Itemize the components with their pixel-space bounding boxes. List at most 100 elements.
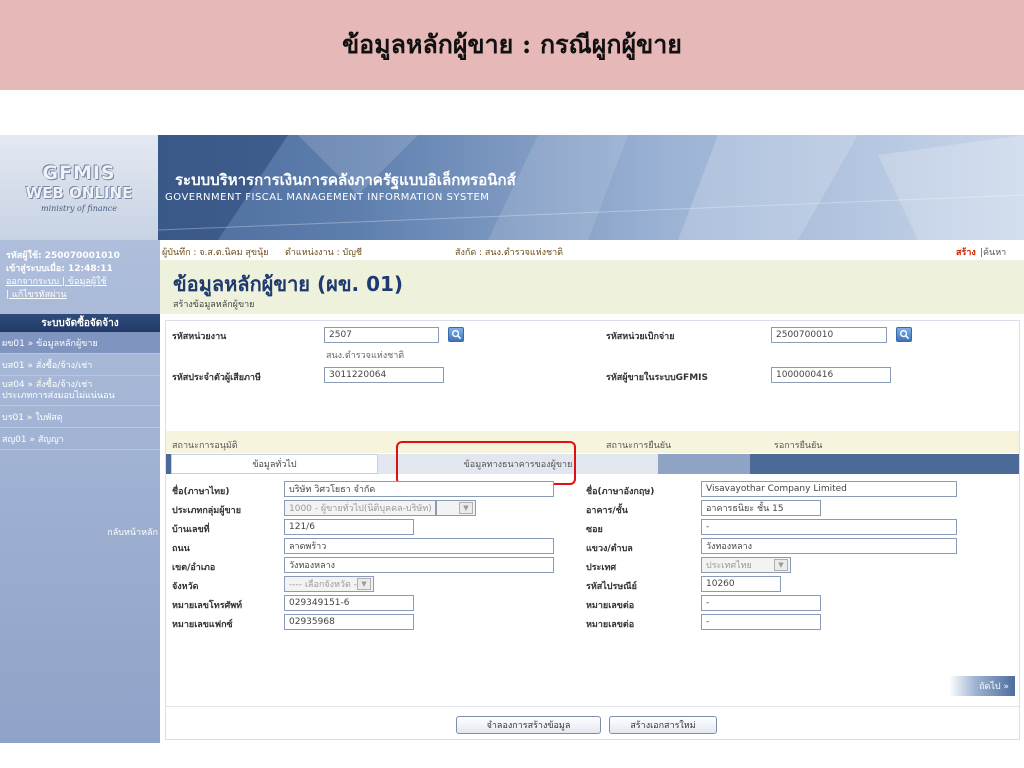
affiliation-info: สังกัด : สนง.ตำรวจแห่งชาติ <box>455 248 564 258</box>
user-id: รหัสผู้ใช้: 250070001010 <box>6 251 120 261</box>
slide-title: ข้อมูลหลักผู้ขาย : กรณีผูกผู้ขาย <box>342 30 682 59</box>
tax-id-input[interactable]: 3011220064 <box>324 367 444 383</box>
building-label: อาคาร/ชั้น <box>586 506 628 516</box>
fax-input[interactable]: 02935968 <box>284 614 414 630</box>
simulate-button[interactable]: จำลองการสร้างข้อมูล <box>456 716 601 734</box>
tabs-bar: ข้อมูลทั่วไป ข้อมูลทางธนาคารของผู้ขาย <box>166 454 1019 474</box>
recorder-info: ผู้บันทึก : จ.ส.ต.นิคม สุขนุ้ย <box>162 248 269 258</box>
agency-code-label: รหัสหน่วยงาน <box>172 332 227 342</box>
sidebar-item-label: บส04 » สั่งซื้อ/จ้าง/เช่า <box>2 379 93 390</box>
home-link[interactable]: กลับหน้าหลัก <box>107 525 158 539</box>
page-subtitle: สร้างข้อมูลหลักผู้ขาย <box>173 300 255 310</box>
name-en-label: ชื่อ(ภาษาอังกฤษ) <box>586 487 655 497</box>
login-time: เข้าสู่ระบบเมื่อ: 12:48:11 <box>6 264 113 274</box>
vendor-group-dropdown: ▼ <box>436 500 476 516</box>
subdistrict-label: แขวง/ตำบล <box>586 544 633 554</box>
house-no-label: บ้านเลขที่ <box>172 525 210 535</box>
building-input[interactable]: อาคารธนิยะ ชั้น 15 <box>701 500 821 516</box>
province-value: ---- เลือกจังหวัด ---- <box>289 580 367 590</box>
change-password-link[interactable]: | แก้ไขรหัสผ่าน <box>6 289 156 302</box>
gfmis-app: GFMIS WEB ONLINE ministry of finance ระบ… <box>0 135 1024 743</box>
sidebar-item-material-doc[interactable]: บร01 » ใบพัสดุ <box>0 406 160 428</box>
action-bar: จำลองการสร้างข้อมูล สร้างเอกสารใหม่ <box>166 706 1019 739</box>
province-label: จังหวัด <box>172 582 199 592</box>
house-no-input[interactable]: 121/6 <box>284 519 414 535</box>
vendor-code-input[interactable]: 1000000416 <box>771 367 891 383</box>
agency-name: สนง.ตำรวจแห่งชาติ <box>326 351 405 361</box>
district-input[interactable]: วังทองหลาง <box>284 557 554 573</box>
postcode-input[interactable]: 10260 <box>701 576 781 592</box>
vendor-group-label: ประเภทกลุ่มผู้ขาย <box>172 506 241 516</box>
logo-main-text: GFMIS <box>42 162 116 184</box>
approval-status-label: สถานะการอนุมัติ <box>172 441 238 451</box>
postcode-label: รหัสไปรษณีย์ <box>586 582 637 592</box>
phone-input[interactable]: 029349151-6 <box>284 595 414 611</box>
phone-label: หมายเลขโทรศัพท์ <box>172 601 243 611</box>
banner-title-thai: ระบบบริหารการเงินการคลังภาครัฐแบบอิเล็กท… <box>175 171 516 189</box>
sidebar-item-vendor-master[interactable]: ผข01 » ข้อมูลหลักผู้ขาย <box>0 332 160 354</box>
menu-header: ระบบจัดซื้อจัดจ้าง <box>0 314 160 332</box>
chevron-down-icon: ▼ <box>459 502 473 514</box>
confirm-status-value: รอการยืนยัน <box>774 441 823 451</box>
agency-code-input[interactable]: 2507 <box>324 327 439 343</box>
search-link[interactable]: |ค้นหา <box>980 245 1006 259</box>
phone-ext-label: หมายเลขต่อ <box>586 601 635 611</box>
road-label: ถนน <box>172 544 190 554</box>
chevron-down-icon: ▼ <box>357 578 371 590</box>
next-area: ถัดไป » <box>885 676 1015 696</box>
user-info: รหัสผู้ใช้: 250070001010 เข้าสู่ระบบเมื่… <box>0 240 160 306</box>
disbursing-search-button[interactable] <box>896 327 912 342</box>
new-document-button[interactable]: สร้างเอกสารใหม่ <box>609 716 717 734</box>
tab-spacer <box>658 454 750 474</box>
fax-label: หมายเลขแฟกซ์ <box>172 620 233 630</box>
disbursing-unit-label: รหัสหน่วยเบิกจ่าย <box>606 332 675 342</box>
page-header: ข้อมูลหลักผู้ขาย (ผข. 01) สร้างข้อมูลหลั… <box>160 260 1024 314</box>
highlight-annotation <box>396 441 576 485</box>
chevron-down-icon: ▼ <box>774 559 788 571</box>
slide-title-bar: ข้อมูลหลักผู้ขาย : กรณีผูกผู้ขาย <box>0 0 1024 90</box>
soi-input[interactable]: - <box>701 519 957 535</box>
fax-ext-label: หมายเลขต่อ <box>586 620 635 630</box>
next-button[interactable]: ถัดไป » <box>949 676 1015 696</box>
country-label: ประเทศ <box>586 563 617 573</box>
sidebar: รหัสผู้ใช้: 250070001010 เข้าสู่ระบบเมื่… <box>0 240 160 743</box>
logo-tagline: ministry of finance <box>40 204 117 213</box>
info-bar: ผู้บันทึก : จ.ส.ต.นิคม สุขนุ้ย ตำแหน่งงา… <box>160 240 1024 260</box>
app-banner: GFMIS WEB ONLINE ministry of finance ระบ… <box>0 135 1024 240</box>
gfmis-logo: GFMIS WEB ONLINE ministry of finance <box>0 135 158 240</box>
search-icon <box>451 329 461 340</box>
province-select: ---- เลือกจังหวัด ---- ▼ <box>284 576 374 592</box>
vendor-code-label: รหัสผู้ขายในระบบGFMIS <box>606 373 708 383</box>
name-th-label: ชื่อ(ภาษาไทย) <box>172 487 230 497</box>
search-icon <box>899 329 909 340</box>
vendor-group-select: 1000 - ผู้ขายทั่วไป(นิติบุคคล-บริษัท) <box>284 500 436 516</box>
sidebar-item-contract[interactable]: สญ01 » สัญญา <box>0 428 160 450</box>
vendor-form: รหัสหน่วยงาน 2507 รหัสหน่วยเบิกจ่าย 2500… <box>165 320 1020 740</box>
main-content: ผู้บันทึก : จ.ส.ต.นิคม สุขนุ้ย ตำแหน่งงา… <box>160 240 1024 743</box>
fax-ext-input[interactable]: - <box>701 614 821 630</box>
name-en-input[interactable]: Visavayothar Company Limited <box>701 481 957 497</box>
logo-sub-text: WEB ONLINE <box>25 184 133 202</box>
confirm-status-label: สถานะการยืนยัน <box>606 441 672 451</box>
sidebar-item-label: ประเภทการส่งมอบไม่แน่นอน <box>2 390 115 401</box>
vendor-group-value: 1000 - ผู้ขายทั่วไป(นิติบุคคล-บริษัท) <box>289 504 432 514</box>
create-link[interactable]: สร้าง <box>956 245 976 259</box>
page-title: ข้อมูลหลักผู้ขาย (ผข. 01) <box>173 272 404 296</box>
sidebar-item-purchase-order[interactable]: บส01 » สั่งซื้อ/จ้าง/เช่า <box>0 354 160 376</box>
soi-label: ซอย <box>586 525 603 535</box>
country-select: ประเทศไทย ▼ <box>701 557 791 573</box>
position-info: ตำแหน่งงาน : บัญชี <box>285 248 363 258</box>
logout-profile-links[interactable]: ออกจากระบบ | ข้อมูลผู้ใช้ <box>6 276 156 289</box>
disbursing-unit-input[interactable]: 2500700010 <box>771 327 887 343</box>
agency-search-button[interactable] <box>448 327 464 342</box>
banner-title-english: GOVERNMENT FISCAL MANAGEMENT INFORMATION… <box>165 192 490 203</box>
phone-ext-input[interactable]: - <box>701 595 821 611</box>
tax-id-label: รหัสประจำตัวผู้เสียภาษี <box>172 373 261 383</box>
status-band: สถานะการอนุมัติ สถานะการยืนยัน รอการยืนย… <box>166 431 1019 453</box>
district-label: เขต/อำเภอ <box>172 563 216 573</box>
sidebar-item-purchase-uncertain[interactable]: บส04 » สั่งซื้อ/จ้าง/เช่า ประเภทการส่งมอ… <box>0 376 160 406</box>
road-input[interactable]: ลาดพร้าว <box>284 538 554 554</box>
subdistrict-input[interactable]: วังทองหลาง <box>701 538 957 554</box>
name-th-input[interactable]: บริษัท วิศวโยธา จำกัด <box>284 481 554 497</box>
tab-general-info[interactable]: ข้อมูลทั่วไป <box>171 454 378 474</box>
